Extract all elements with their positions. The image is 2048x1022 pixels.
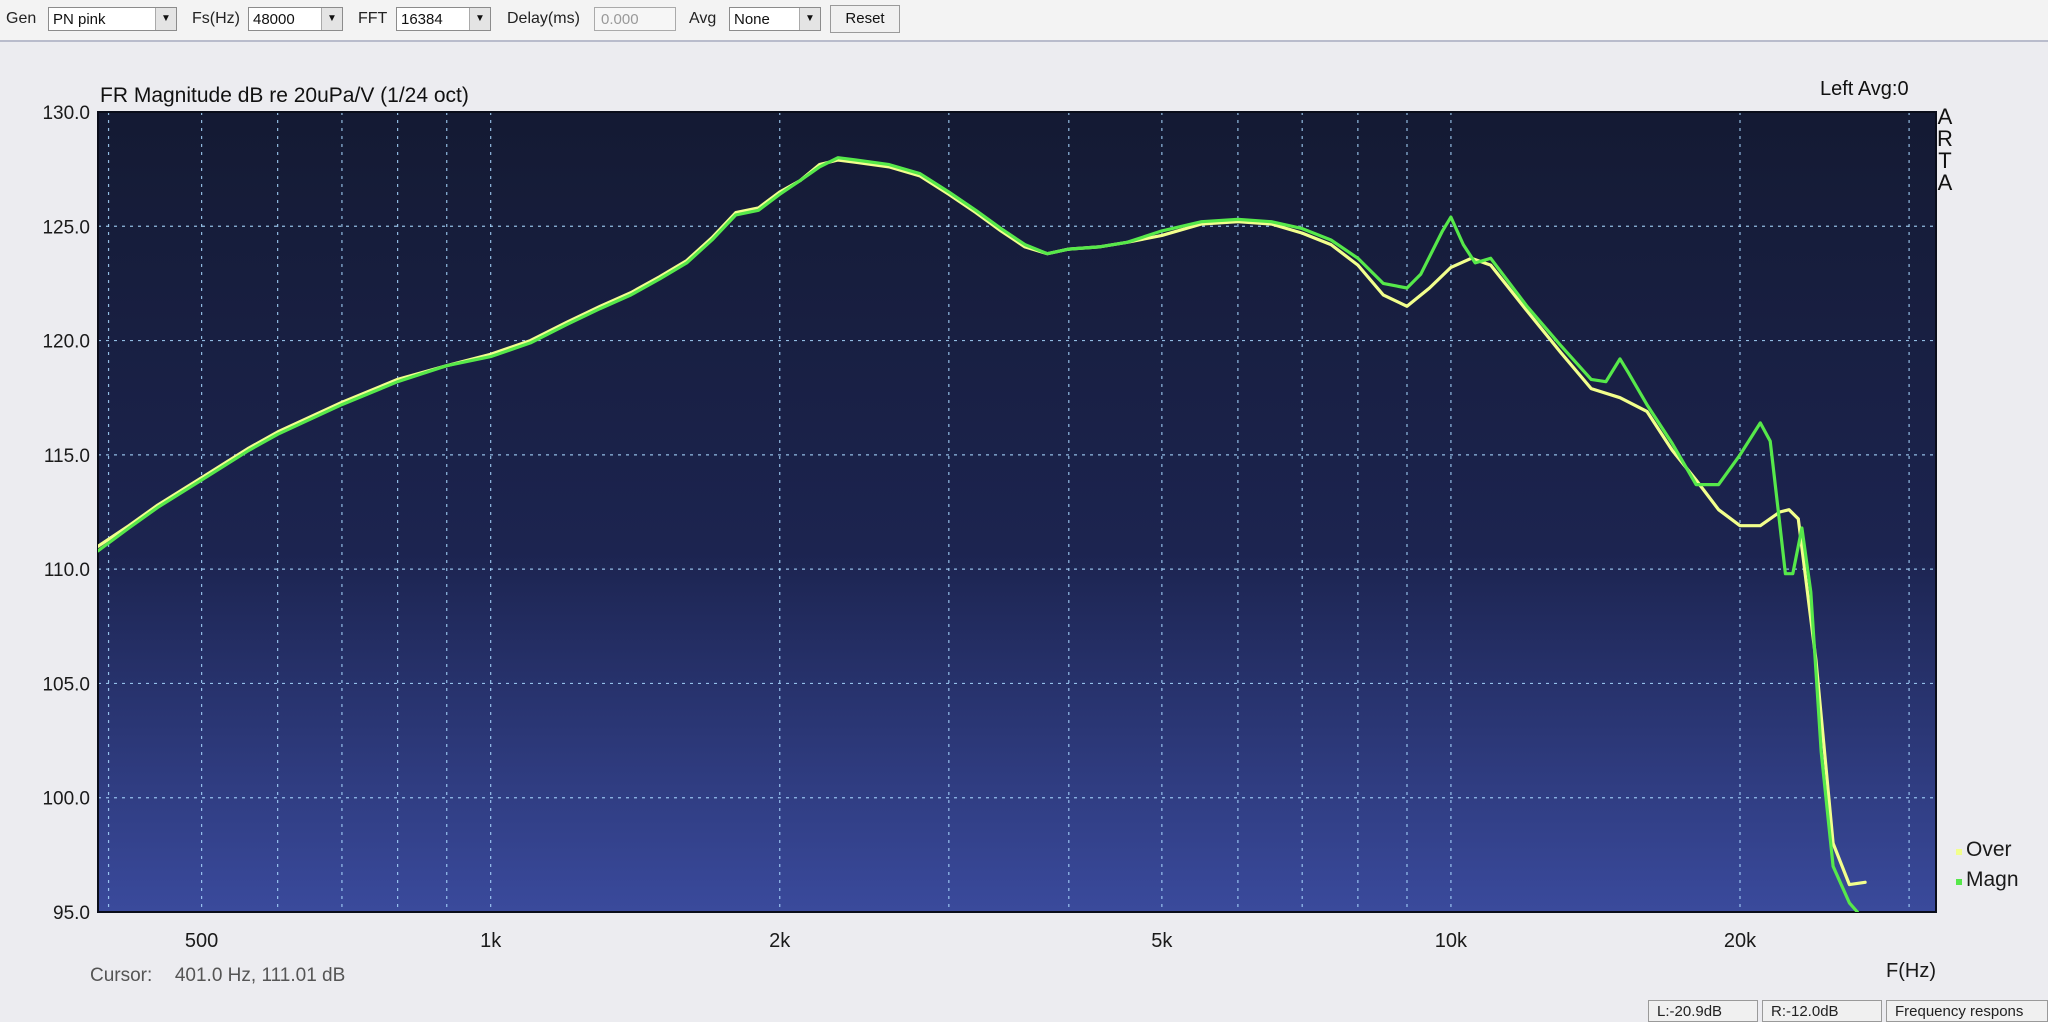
y-tick-label: 130.0 xyxy=(42,103,90,124)
x-axis-label: F(Hz) xyxy=(1886,960,1936,982)
y-tick-label: 95.0 xyxy=(53,903,90,924)
x-tick-label: 20k xyxy=(1724,930,1757,952)
x-tick-label: 5k xyxy=(1151,930,1173,952)
x-tick-label: 10k xyxy=(1435,930,1468,952)
legend-label-magn: Magn xyxy=(1966,868,2019,891)
x-tick-label: 2k xyxy=(769,930,791,952)
frequency-response-chart[interactable]: 95.0 100.0 105.0 110.0 115.0 120.0 125.0 130.0 5… xyxy=(0,0,2048,1019)
cursor-value: 401.0 Hz, 111.01 dB xyxy=(174,965,346,986)
x-tick-label: 1k xyxy=(480,930,502,952)
legend-label-over: Over xyxy=(1966,838,2012,861)
legend-swatch-over xyxy=(1956,849,1962,855)
x-tick-label: 500 xyxy=(185,930,218,952)
y-tick-label: 100.0 xyxy=(42,789,90,810)
y-tick-label: 125.0 xyxy=(42,217,90,238)
plot-area xyxy=(98,112,1936,912)
y-tick-label: 105.0 xyxy=(42,674,90,695)
cursor-readout: Cursor: 401.0 Hz, 111.01 dB xyxy=(90,965,345,987)
y-tick-label: 115.0 xyxy=(44,446,90,467)
cursor-label: Cursor: xyxy=(90,965,153,986)
y-tick-label: 120.0 xyxy=(42,332,90,353)
y-tick-label: 110.0 xyxy=(44,560,90,581)
legend-swatch-magn xyxy=(1956,879,1962,885)
